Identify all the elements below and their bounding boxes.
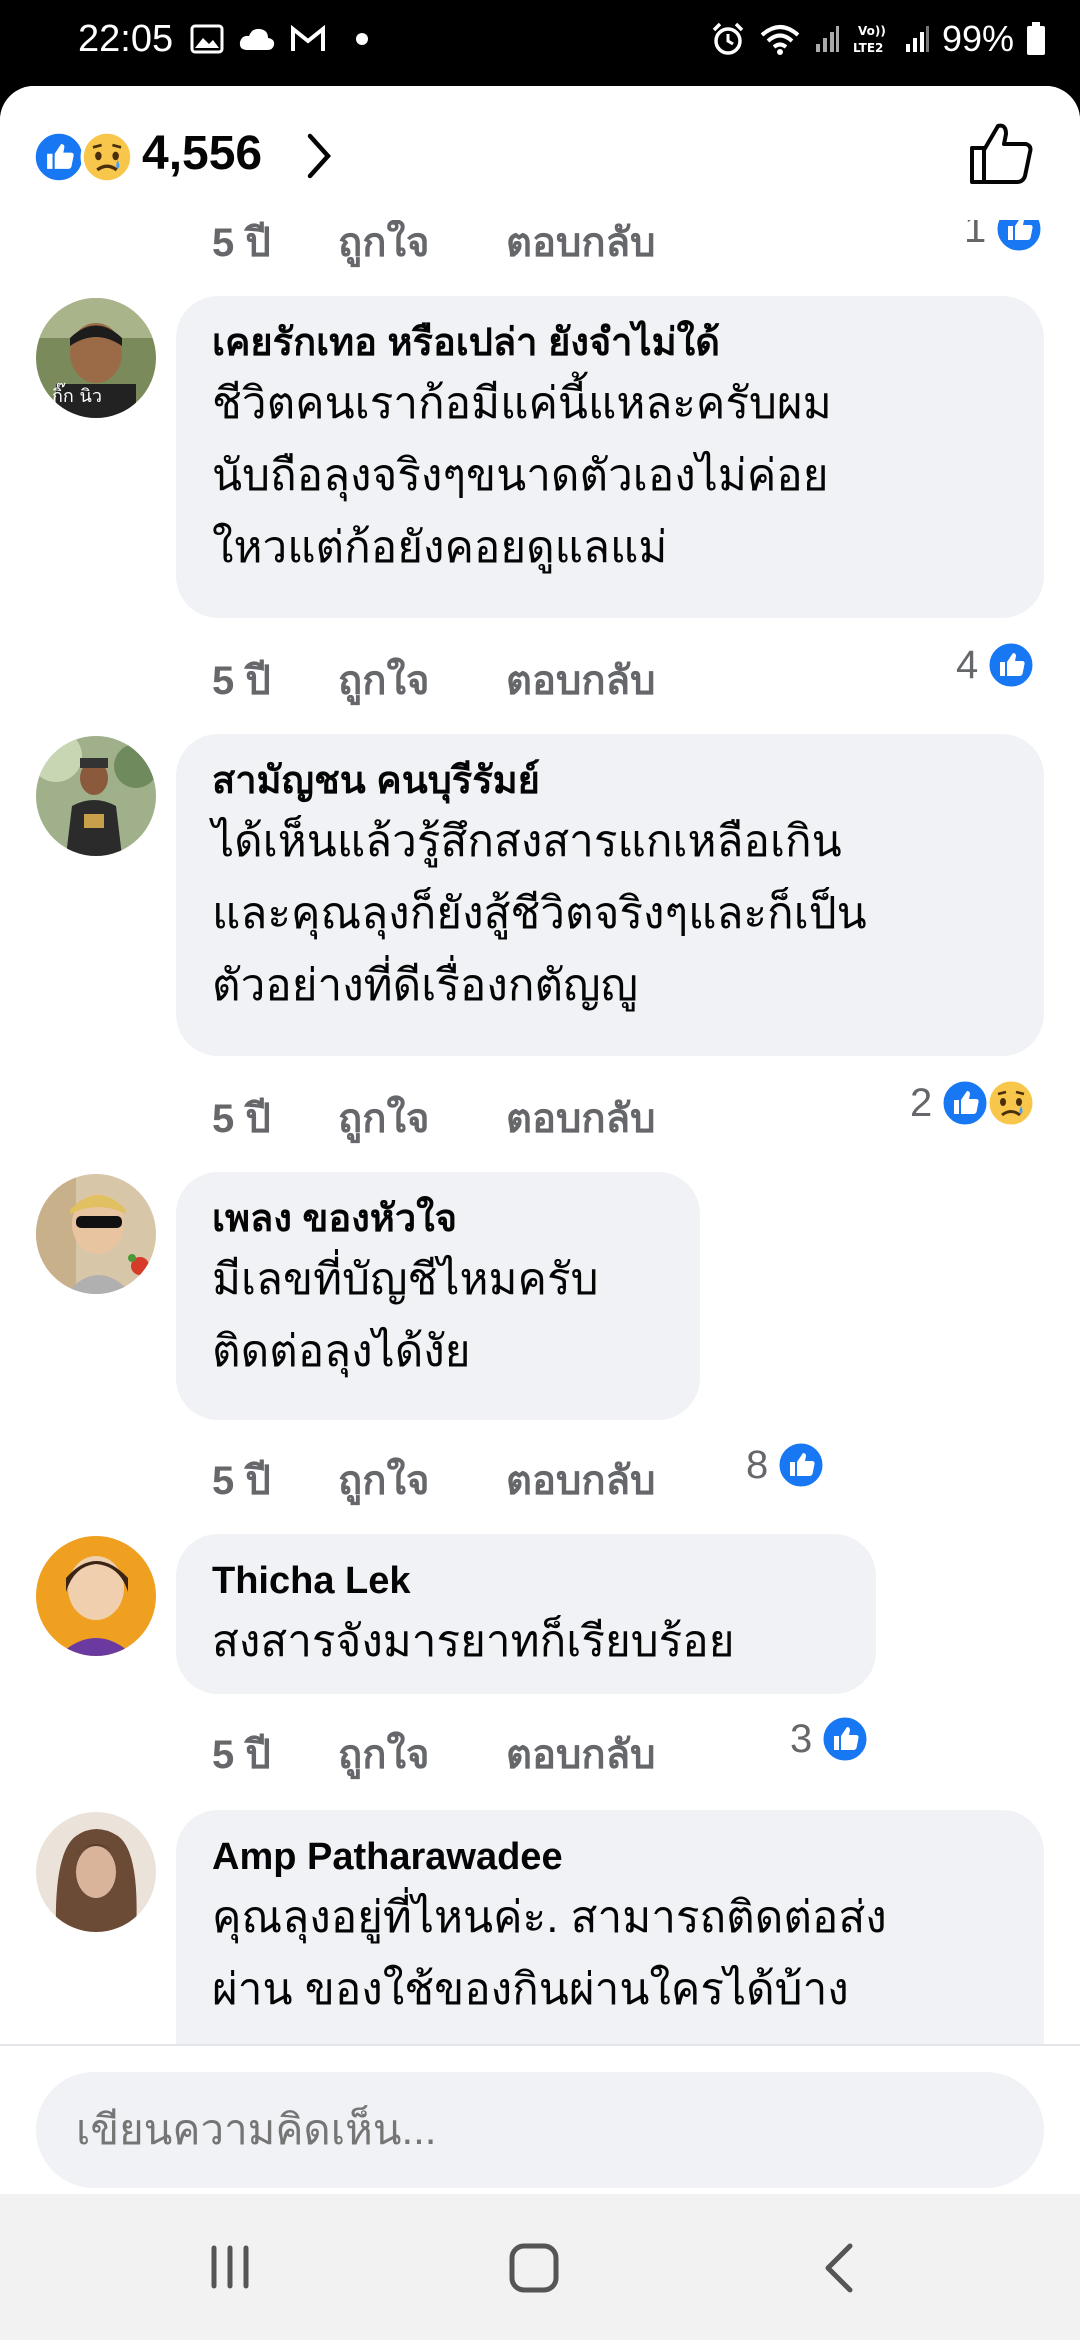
reaction-icons[interactable] <box>32 130 134 184</box>
avatar-photo: กิ๊ก นิว <box>36 298 156 418</box>
signal-icon <box>815 26 839 52</box>
reply-action[interactable]: ตอบกลับ <box>506 1086 656 1150</box>
avatar-photo <box>36 1536 156 1656</box>
status-bar: 22:05 Vo)) LTE2 99% <box>0 0 1080 86</box>
comment-text: คุณลุงอยู่ที่ไหนค่ะ. สามารถติดต่อส่ง ผ่า… <box>212 1893 887 2014</box>
comment-text: ได้เห็นแล้วรู้สึกสงสารแกเหลือเกิน และคุณ… <box>212 817 867 1010</box>
reaction-summary[interactable]: 3 <box>790 1714 870 1764</box>
comment-author[interactable]: เพลง ของหัวใจ <box>212 1194 664 1244</box>
like-action[interactable]: ถูกใจ <box>338 648 429 712</box>
reaction-summary[interactable]: 2 <box>910 1078 1036 1128</box>
like-reaction-icon <box>820 1714 870 1764</box>
battery-percent: 99% <box>941 18 1014 59</box>
comment-list[interactable]: 5 ปี ถูกใจ ตอบกลับ 1 กิ๊ก นิว เคยรักเทอ … <box>0 86 1080 2110</box>
like-outline-icon[interactable] <box>968 120 1036 186</box>
alarm-icon <box>712 22 744 55</box>
comment-text: สงสารจังมารยาทก็เรียบร้อย <box>212 1617 735 1666</box>
system-nav-bar <box>0 2194 1080 2340</box>
reply-action[interactable]: ตอบกลับ <box>506 648 656 712</box>
reaction-summary[interactable]: 8 <box>746 1440 826 1490</box>
svg-text:กิ๊ก นิว: กิ๊ก นิว <box>52 382 102 407</box>
reaction-count[interactable]: 4,556 <box>142 126 262 181</box>
comment-author[interactable]: Thicha Lek <box>212 1556 840 1606</box>
like-reaction-icon <box>776 1440 826 1490</box>
comment-author[interactable]: สามัญชน คนบุรีรัมย์ <box>212 756 1008 806</box>
comment-text: มีเลขที่บัญชีไหมครับ ติดต่อลุงได้งัย <box>212 1255 599 1376</box>
avatar[interactable] <box>36 1174 156 1294</box>
comment-time: 5 ปี <box>212 1733 271 1777</box>
battery-icon <box>1027 22 1045 55</box>
comment-author[interactable]: Amp Patharawadee <box>212 1832 1008 1882</box>
signal-icon-2 <box>905 26 929 52</box>
avatar[interactable]: กิ๊ก นิว <box>36 298 156 418</box>
reply-action[interactable]: ตอบกลับ <box>506 1448 656 1512</box>
notification-dot-icon <box>356 33 368 45</box>
avatar-photo <box>36 736 156 856</box>
like-action[interactable]: ถูกใจ <box>338 1722 429 1786</box>
volte-lte2-icon: Vo)) LTE2 <box>853 24 886 55</box>
reply-action[interactable]: ตอบกลับ <box>506 1722 656 1786</box>
avatar-photo <box>36 1174 156 1294</box>
like-action[interactable]: ถูกใจ <box>338 1086 429 1150</box>
gallery-icon <box>190 24 224 54</box>
comment-bubble[interactable]: Thicha Lek สงสารจังมารยาทก็เรียบร้อย <box>176 1534 876 1694</box>
comments-sheet: 5 ปี ถูกใจ ตอบกลับ 1 กิ๊ก นิว เคยรักเทอ … <box>0 86 1080 2194</box>
wifi-icon <box>760 25 800 55</box>
sad-reaction-icon <box>986 1078 1036 1128</box>
comment-bubble[interactable]: สามัญชน คนบุรีรัมย์ ได้เห็นแล้วรู้สึกสงส… <box>176 734 1044 1056</box>
status-time: 22:05 <box>78 18 174 60</box>
like-action[interactable]: ถูกใจ <box>338 1448 429 1512</box>
back-icon[interactable] <box>818 2242 858 2294</box>
comment-time: 5 ปี <box>212 659 271 703</box>
comment-bubble[interactable]: เคยรักเทอ หรือเปล่า ยังจำไม่ใด้ ชีวิตคนเ… <box>176 296 1044 618</box>
svg-text:Vo)): Vo)) <box>858 24 886 38</box>
comment-time: 5 ปี <box>212 1459 271 1503</box>
avatar[interactable] <box>36 1812 156 1932</box>
avatar-photo <box>36 1812 156 1932</box>
comment-text: ชีวิตคนเราก้อมีแค่นี้แหละครับผม นับถือลุ… <box>212 379 832 572</box>
home-icon[interactable] <box>508 2242 560 2294</box>
comment-author[interactable]: เคยรักเทอ หรือเปล่า ยังจำไม่ใด้ <box>212 318 1008 368</box>
comment-time: 5 ปี <box>212 1097 271 1141</box>
reaction-summary[interactable]: 4 <box>956 640 1036 690</box>
comment-bubble[interactable]: เพลง ของหัวใจ มีเลขที่บัญชีไหมครับ ติดต่… <box>176 1172 700 1420</box>
reactions-header: 4,556 <box>0 86 1080 220</box>
sad-reaction-icon <box>80 130 134 184</box>
comment-composer <box>0 2044 1080 2194</box>
avatar[interactable] <box>36 1536 156 1656</box>
like-reaction-icon <box>940 1078 990 1128</box>
avatar[interactable] <box>36 736 156 856</box>
chevron-right-icon[interactable] <box>304 132 334 180</box>
comment-input[interactable] <box>36 2072 1044 2188</box>
recent-apps-icon[interactable] <box>206 2242 256 2292</box>
gmail-icon <box>291 25 325 51</box>
svg-text:LTE2: LTE2 <box>853 41 883 55</box>
like-reaction-icon <box>32 130 86 184</box>
like-reaction-icon <box>986 640 1036 690</box>
cloud-icon <box>239 28 275 50</box>
